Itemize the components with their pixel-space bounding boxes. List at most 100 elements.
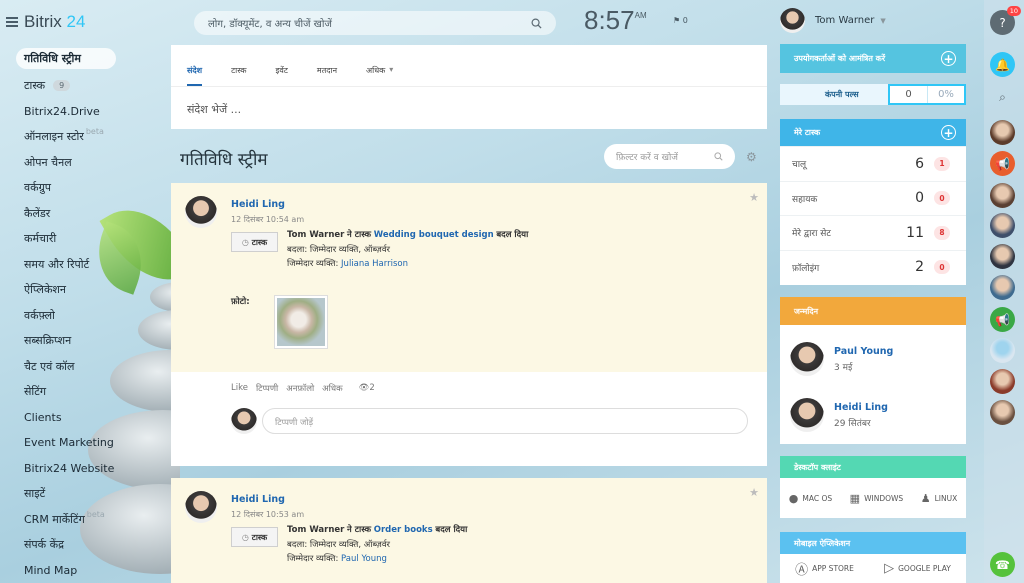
bell-icon[interactable]: 🔔 — [990, 52, 1015, 77]
task-counter-row[interactable]: सहायक 0 0 — [780, 180, 966, 216]
filter-input[interactable]: फ़िल्टर करें व खोजें — [616, 150, 678, 163]
task-link[interactable]: Wedding bouquet design — [374, 230, 494, 240]
windows-link[interactable]: ▦ WINDOWS — [850, 492, 904, 505]
sidebar-item[interactable]: समय और रिपोर्ट — [16, 252, 166, 278]
search-bar[interactable]: लोग, डॉक्यूमेंट, व अन्य चीजें खोजें — [194, 11, 556, 35]
birthday-name[interactable]: Paul Young — [834, 346, 893, 357]
post-composer: संदेश टास्क इवेंट मतदान अधिक ▾ संदेश भेजें .… — [171, 45, 767, 129]
clock[interactable]: 8:57AM — [584, 5, 647, 36]
sidebar-item[interactable]: कैलेंडर — [16, 201, 166, 227]
group-avatar[interactable] — [990, 338, 1015, 363]
author-avatar[interactable] — [185, 196, 217, 228]
author-avatar[interactable] — [185, 491, 217, 523]
google-play-link[interactable]: ▷ GOOGLE PLAY — [884, 561, 951, 576]
filter-search[interactable]: फ़िल्टर करें व खोजें — [604, 144, 735, 169]
sidebar-item[interactable]: Bitrix24 Website — [16, 456, 166, 482]
avatar — [780, 8, 805, 33]
sidebar-item[interactable]: Mind Map — [16, 558, 166, 583]
task-counter-row[interactable]: चालू 6 1 — [780, 146, 966, 181]
invite-widget[interactable]: उपयोगकर्ताओं को आमंत्रित करें + — [780, 44, 966, 73]
sidebar-item[interactable]: चैट एवं कॉल — [16, 354, 166, 380]
message-input[interactable]: संदेश भेजें ... — [171, 86, 767, 117]
megaphone-icon[interactable]: 📢 — [990, 151, 1015, 176]
comment-link[interactable]: टिप्पणी — [256, 383, 278, 394]
feed-post: ★ Heidi Ling 12 दिसंबर 10:53 am ◷ टास्क T… — [171, 478, 767, 583]
app-store-link[interactable]: Ⓐ APP STORE — [795, 559, 854, 578]
contact-avatar[interactable] — [990, 275, 1015, 300]
sidebar-item[interactable]: साइटें — [16, 481, 166, 507]
star-icon[interactable]: ★ — [749, 191, 759, 204]
megaphone-icon[interactable]: 📢 — [990, 307, 1015, 332]
composer-tab[interactable]: मतदान — [317, 65, 337, 86]
composer-tab[interactable]: टास्क — [231, 65, 246, 86]
search-icon[interactable]: ⌕ — [990, 85, 1015, 110]
sidebar-item[interactable]: वर्कफ़्लो — [16, 303, 166, 329]
task-counter-row[interactable]: फ़ॉलोइंग 2 0 — [780, 249, 966, 285]
contact-avatar[interactable] — [990, 369, 1015, 394]
add-task-icon[interactable]: + — [941, 125, 956, 140]
logo[interactable]: Bitrix 24 — [6, 12, 85, 32]
sidebar-item[interactable]: Event Marketing — [16, 430, 166, 456]
sidebar-item[interactable]: CRM मार्केटिंग beta — [16, 507, 166, 533]
sidebar-item[interactable]: टास्क 9 — [16, 73, 166, 99]
sidebar-item[interactable]: Bitrix24.Drive — [16, 99, 166, 125]
star-icon[interactable]: ★ — [749, 486, 759, 499]
add-icon[interactable]: + — [941, 51, 956, 66]
birthday-date: 29 सितंबर — [834, 418, 871, 429]
my-tasks-title: मेरे टास्क — [794, 128, 821, 137]
sidebar-item[interactable]: वर्कग्रुप — [16, 175, 166, 201]
user-menu[interactable]: Tom Warner ▼ — [780, 8, 886, 33]
birthday-name[interactable]: Heidi Ling — [834, 402, 888, 413]
sidebar-item[interactable]: ओपन चैनल — [16, 150, 166, 176]
sidebar-item[interactable]: कर्मचारी — [16, 226, 166, 252]
company-pulse[interactable]: कंपनी पल्स 0 0% — [780, 84, 966, 105]
responsible-link[interactable]: Juliana Harrison — [341, 259, 408, 269]
sidebar-item[interactable]: गतिविधि स्ट्रीम — [16, 48, 116, 69]
task-row-value: 6 — [915, 155, 924, 172]
composer-tab[interactable]: अधिक — [366, 65, 385, 86]
gear-icon[interactable]: ⚙ — [746, 150, 757, 164]
contact-avatar[interactable] — [990, 400, 1015, 425]
phone-icon[interactable]: ☎ — [990, 552, 1015, 577]
birthday-item[interactable]: Heidi Ling 29 सितंबर — [780, 387, 966, 443]
post-date[interactable]: 12 दिसंबर 10:54 am — [231, 214, 304, 225]
flag-counter[interactable]: ⚑ 0 — [673, 16, 688, 25]
help-icon[interactable]: ? 10 — [990, 6, 1021, 35]
task-link[interactable]: Order books — [374, 525, 433, 535]
linux-link[interactable]: ♟ LINUX — [921, 492, 958, 505]
like-link[interactable]: Like — [231, 383, 248, 394]
search-icon[interactable] — [531, 18, 542, 29]
contact-avatar[interactable] — [990, 120, 1015, 145]
apple-icon: ● — [788, 491, 799, 505]
views-count: 👁2 — [358, 383, 375, 393]
post-date[interactable]: 12 दिसंबर 10:53 am — [231, 509, 304, 520]
menu-icon[interactable] — [6, 17, 18, 27]
search-input[interactable]: लोग, डॉक्यूमेंट, व अन्य चीजें खोजें — [208, 16, 332, 30]
comment-input[interactable]: टिप्पणी जोड़ें — [262, 408, 748, 434]
more-link[interactable]: अधिक — [322, 383, 342, 394]
sidebar-item[interactable]: सब्सक्रिप्शन — [16, 328, 166, 354]
photo-thumbnail[interactable] — [274, 295, 328, 349]
composer-tab[interactable]: इवेंट — [275, 65, 287, 86]
contact-avatar[interactable] — [990, 183, 1015, 208]
post-author[interactable]: Heidi Ling — [231, 494, 285, 505]
birthday-item[interactable]: Paul Young 3 मई — [780, 331, 966, 387]
responsible-link[interactable]: Paul Young — [341, 554, 387, 564]
sidebar-item[interactable]: सेटिंग — [16, 379, 166, 405]
contact-avatar[interactable] — [990, 244, 1015, 269]
post-author[interactable]: Heidi Ling — [231, 199, 285, 210]
task-counter-row[interactable]: मेरे द्वारा सेट 11 8 — [780, 215, 966, 250]
task-row-label: सहायक — [792, 194, 818, 205]
composer-tab[interactable]: संदेश — [187, 65, 203, 86]
sidebar-item[interactable]: संपर्क केंद्र — [16, 532, 166, 558]
sidebar-item[interactable]: Clients — [16, 405, 166, 431]
sidebar-item[interactable]: ऑनलाइन स्टोर beta — [16, 124, 166, 150]
contact-avatar[interactable] — [990, 213, 1015, 238]
unfollow-link[interactable]: अनफ़ॉलो — [286, 383, 314, 394]
mobile-app-widget: मोबाइल ऐप्लिकेशन Ⓐ APP STORE ▷ GOOGLE PLAY — [780, 532, 966, 583]
macos-link[interactable]: ● MAC OS — [789, 492, 832, 505]
sidebar-item[interactable]: ऐप्लिकेशन — [16, 277, 166, 303]
chevron-down-icon: ▾ — [389, 65, 394, 74]
composer-tabs: संदेश टास्क इवेंट मतदान अधिक ▾ — [171, 45, 767, 86]
sidebar-item-label: सेटिंग — [24, 385, 47, 399]
